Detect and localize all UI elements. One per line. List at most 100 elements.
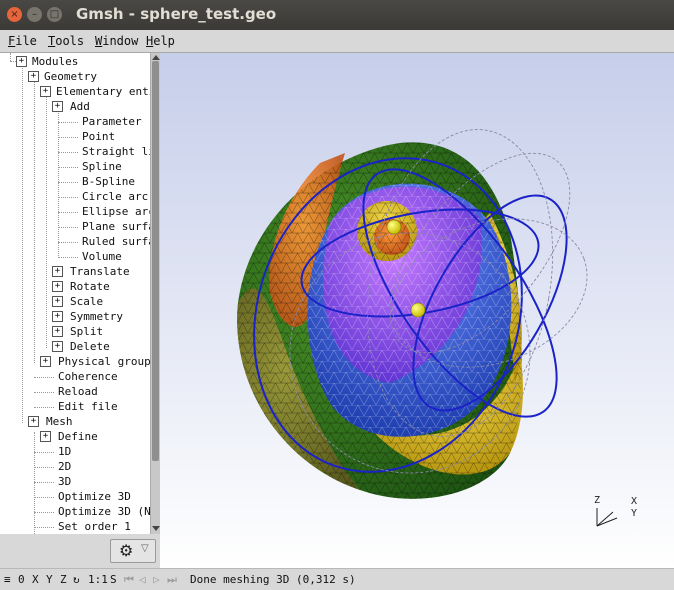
expand-icon[interactable]: +	[52, 296, 63, 307]
tree-line	[34, 432, 35, 534]
select-button[interactable]: S	[110, 569, 117, 590]
view-y-button[interactable]: Y	[46, 569, 53, 590]
menu-toggle-icon[interactable]: ≡	[4, 569, 11, 590]
menu-bar: File Tools Window Help	[0, 30, 674, 53]
expand-icon[interactable]: +	[52, 281, 63, 292]
tree-item-mesh-2d[interactable]: 2D	[58, 459, 71, 474]
tree-item-mesh-3d[interactable]: 3D	[58, 474, 71, 489]
tree-item-reload[interactable]: Reload	[58, 384, 98, 399]
expand-icon[interactable]: +	[40, 431, 51, 442]
geometry-point[interactable]	[386, 219, 402, 235]
close-window-button[interactable]: ×	[7, 7, 22, 22]
maximize-window-button[interactable]: □	[47, 7, 62, 22]
expand-icon[interactable]: +	[28, 416, 39, 427]
tree-line	[10, 53, 11, 61]
tree-line	[46, 95, 47, 348]
menu-tools[interactable]: Tools	[48, 34, 84, 48]
expand-icon[interactable]: +	[52, 101, 63, 112]
tree-line	[58, 137, 78, 138]
tree-item-label: Modules	[32, 55, 79, 68]
tree-line	[34, 407, 54, 408]
minimize-window-button[interactable]: –	[27, 7, 42, 22]
tree-line	[58, 167, 78, 168]
first-step-icon[interactable]: ⏮	[124, 569, 134, 590]
tree-item-label: Rotate	[70, 280, 110, 293]
tree-item-label: Physical groups	[58, 355, 150, 368]
tree-line	[22, 65, 23, 423]
graphics-viewport[interactable]: Z X Y	[160, 53, 674, 568]
tree-item-elementary[interactable]: + Elementary entit	[40, 84, 150, 99]
tree-line	[34, 497, 54, 498]
menu-file[interactable]: File	[8, 34, 37, 48]
tree-item-geometry[interactable]: + Geometry	[28, 69, 97, 84]
tree-item-label: Split	[70, 325, 104, 338]
menu-window[interactable]: Window	[95, 34, 138, 48]
tree-item-delete[interactable]: + Delete	[52, 339, 110, 354]
tree-item-parameter[interactable]: Parameter	[82, 114, 142, 129]
expand-icon[interactable]: +	[28, 71, 39, 82]
scroll-up-arrow-icon[interactable]	[152, 55, 160, 60]
expand-icon[interactable]: +	[52, 341, 63, 352]
geometry-point[interactable]	[410, 302, 426, 318]
tree-item-set-order-1[interactable]: Set order 1	[58, 519, 131, 534]
tree-line	[34, 482, 54, 483]
view-origin-button[interactable]: 0	[18, 569, 25, 590]
scrollbar-thumb[interactable]	[152, 61, 159, 461]
tree-item-rotate[interactable]: + Rotate	[52, 279, 110, 294]
tree-item-coherence[interactable]: Coherence	[58, 369, 118, 384]
scale-button[interactable]: 1:1	[88, 569, 108, 590]
expand-icon[interactable]: +	[40, 86, 51, 97]
expand-icon[interactable]: +	[52, 311, 63, 322]
tree-item-translate[interactable]: + Translate	[52, 264, 130, 279]
tree-line	[34, 512, 54, 513]
tree-item-spline[interactable]: Spline	[82, 159, 122, 174]
tree-item-add[interactable]: + Add	[52, 99, 90, 114]
tree-line	[58, 227, 78, 228]
tree-item-split[interactable]: + Split	[52, 324, 103, 339]
tree-item-bspline[interactable]: B-Spline	[82, 174, 135, 189]
tree-item-edit-file[interactable]: Edit file	[58, 399, 118, 414]
expand-icon[interactable]: +	[40, 356, 51, 367]
title-bar: × – □ Gmsh - sphere_test.geo	[0, 0, 674, 30]
menu-help-label: elp	[153, 34, 175, 48]
tree-line	[58, 257, 78, 258]
tree-item-ellipse-arc[interactable]: Ellipse arc	[82, 204, 150, 219]
tree-item-optimize-3d[interactable]: Optimize 3D	[58, 489, 131, 504]
menu-help[interactable]: Help	[146, 34, 175, 48]
tree-item-point[interactable]: Point	[82, 129, 115, 144]
rotate-icon[interactable]: ↻	[73, 569, 80, 590]
tree-line	[58, 182, 78, 183]
expand-icon[interactable]: +	[52, 266, 63, 277]
tree-item-label: Geometry	[44, 70, 97, 83]
tree-item-symmetry[interactable]: + Symmetry	[52, 309, 123, 324]
status-bar: ≡ 0 X Y Z ↻ 1:1 S ⏮ ◁ ▷ ⏭ Done meshing 3…	[0, 568, 674, 590]
view-z-button[interactable]: Z	[60, 569, 67, 590]
play-icon[interactable]: ▷	[153, 569, 160, 590]
expand-icon[interactable]: +	[16, 56, 27, 67]
tree-item-ruled-surface[interactable]: Ruled surfa	[82, 234, 150, 249]
tree-item-optimize-3d-netgen[interactable]: Optimize 3D (Ne	[58, 504, 150, 519]
tree-item-mesh[interactable]: + Mesh	[28, 414, 73, 429]
tree-item-scale[interactable]: + Scale	[52, 294, 103, 309]
expand-icon[interactable]: +	[52, 326, 63, 337]
tree-item-label: Delete	[70, 340, 110, 353]
view-x-button[interactable]: X	[32, 569, 39, 590]
previous-step-icon[interactable]: ◁	[139, 569, 146, 590]
last-step-icon[interactable]: ⏭	[167, 569, 177, 590]
menu-file-label: ile	[15, 34, 37, 48]
scroll-down-arrow-icon[interactable]	[152, 526, 160, 531]
tree-item-physical-groups[interactable]: + Physical groups	[40, 354, 150, 369]
axis-y-label: Y	[631, 508, 637, 519]
tree-item-mesh-1d[interactable]: 1D	[58, 444, 71, 459]
tree-item-modules[interactable]: + Modules	[16, 54, 78, 69]
options-gear-button[interactable]: ⚙ ▽	[110, 539, 156, 563]
tree-item-volume[interactable]: Volume	[82, 249, 122, 264]
axis-x-label: X	[631, 496, 637, 507]
tree-item-plane-surface[interactable]: Plane surfa	[82, 219, 150, 234]
tree-item-straight-line[interactable]: Straight li	[82, 144, 150, 159]
menu-tools-label: ools	[55, 34, 85, 48]
tree-item-circle-arc[interactable]: Circle arc	[82, 189, 148, 204]
tree-item-label: Define	[58, 430, 98, 443]
tree-line	[58, 212, 78, 213]
tree-item-define[interactable]: + Define	[40, 429, 98, 444]
